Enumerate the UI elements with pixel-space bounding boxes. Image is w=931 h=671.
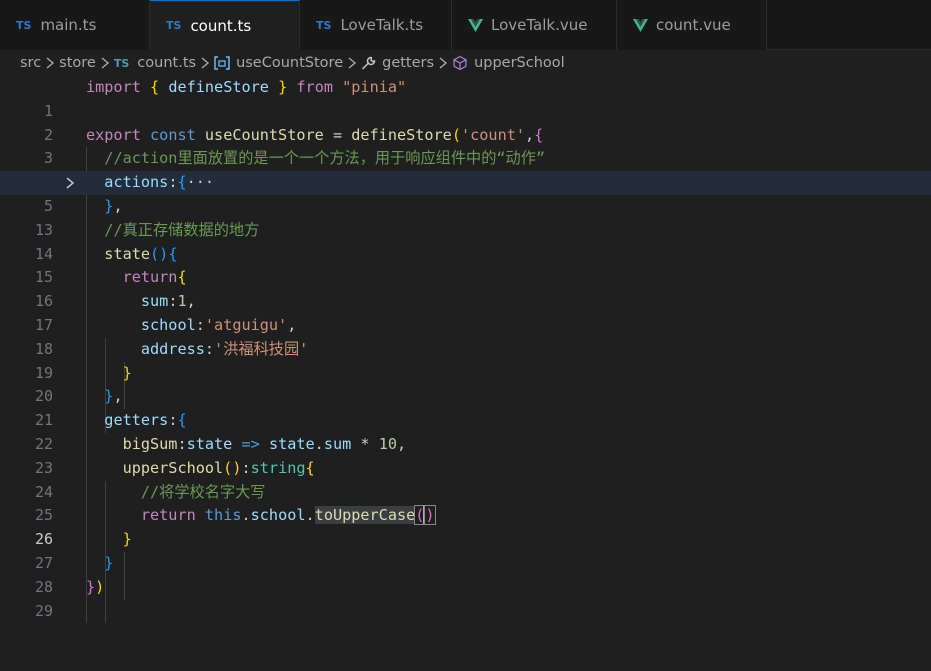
breadcrumb-getters[interactable]: getters — [361, 55, 434, 71]
code-line: 19 address:'洪福科技园' — [0, 338, 931, 382]
breadcrumb-store[interactable]: store — [59, 55, 96, 71]
tab-label: main.ts — [40, 16, 97, 34]
code-line-folded: 5 actions:{··· — [0, 171, 931, 215]
breadcrumb: src store TS count.ts useCountStore gett… — [0, 50, 931, 76]
tab-lovetalk-vue[interactable]: LoveTalk.vue — [452, 0, 617, 50]
typescript-icon: TS — [166, 19, 182, 32]
code-editor[interactable]: 1 import { defineStore } from "pinia" 2 … — [0, 76, 931, 624]
tab-label: count.ts — [190, 16, 252, 35]
code-line: 1 import { defineStore } from "pinia" — [0, 76, 931, 120]
code-line: 22 getters:{ — [0, 409, 931, 453]
tab-label: LoveTalk.vue — [491, 16, 588, 34]
breadcrumb-file[interactable]: TS count.ts — [114, 55, 196, 71]
folded-ellipsis[interactable]: ··· — [187, 173, 214, 191]
tab-label: LoveTalk.ts — [340, 16, 424, 34]
code-line: 14 //真正存储数据的地方 — [0, 219, 931, 263]
typescript-icon: TS — [316, 18, 332, 32]
chevron-right-icon — [437, 56, 449, 70]
tab-lovetalk-ts[interactable]: TS LoveTalk.ts — [300, 0, 452, 50]
code-line: 28 } — [0, 552, 931, 596]
breadcrumb-getters-label: getters — [382, 55, 435, 71]
chevron-right-icon — [199, 56, 211, 70]
breadcrumb-src[interactable]: src — [20, 55, 41, 71]
code-line: 2 — [0, 100, 931, 144]
code-line: 16 return{ — [0, 266, 931, 310]
breadcrumb-symbol-label: useCountStore — [236, 55, 344, 71]
breadcrumb-symbol[interactable]: useCountStore — [214, 55, 343, 71]
chevron-right-icon — [346, 56, 358, 70]
code-line: 17 sum:1, — [0, 290, 931, 334]
tab-count-vue[interactable]: count.vue — [617, 0, 767, 50]
typescript-icon: TS — [113, 56, 130, 70]
chevron-right-icon — [99, 56, 111, 70]
vue-icon — [633, 18, 648, 32]
code-line: 25 //将学校名字大写 — [0, 481, 931, 525]
code-line: 20 } — [0, 362, 931, 406]
breadcrumb-method[interactable]: upperSchool — [452, 55, 565, 71]
breadcrumb-file-label: count.ts — [137, 55, 197, 71]
code-line: 13 }, — [0, 195, 931, 239]
variable-icon — [214, 56, 230, 70]
typescript-icon: TS — [16, 18, 32, 32]
code-line: 27 } — [0, 528, 931, 572]
tab-count-ts[interactable]: TS count.ts — [150, 0, 300, 50]
wrench-icon — [361, 56, 376, 71]
code-line-current: 26 return this.school.toUpperCase() — [0, 504, 931, 548]
code-line: 18 school:'atguigu', — [0, 314, 931, 358]
tab-bar: TS main.ts TS count.ts TS LoveTalk.ts Lo… — [0, 0, 931, 50]
tab-label: count.vue — [656, 16, 731, 34]
code-line: 15 state(){ — [0, 243, 931, 287]
code-line: 3 export const useCountStore = defineSto… — [0, 124, 931, 168]
code-line: 24 upperSchool():string{ — [0, 457, 931, 501]
code-line: 21 }, — [0, 385, 931, 429]
code-line: 4 //action里面放置的是一个一个方法，用于响应组件中的“动作” — [0, 147, 931, 191]
tab-main-ts[interactable]: TS main.ts — [0, 0, 150, 50]
line-number: 29 — [34, 601, 53, 620]
breadcrumb-method-label: upperSchool — [474, 55, 565, 71]
chevron-right-icon — [44, 56, 56, 70]
code-line: 23 bigSum:state => state.sum * 10, — [0, 433, 931, 477]
vue-icon — [468, 18, 483, 32]
method-icon — [452, 55, 468, 71]
code-line: 29 }) — [0, 576, 931, 620]
